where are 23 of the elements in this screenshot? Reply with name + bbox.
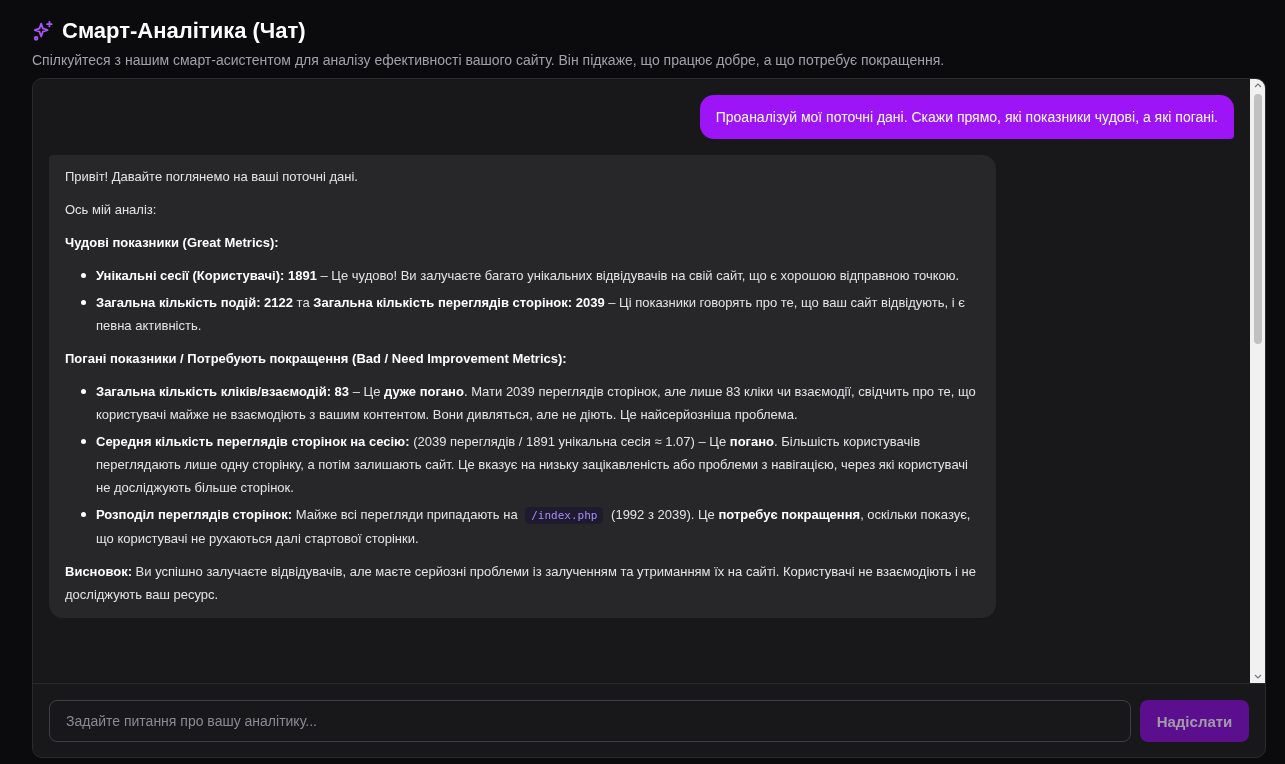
message-text: Ось мій аналіз: [65,201,158,219]
list-item-text: Розподіл переглядів сторінок: Майже всі перегляди припадають на /index.php (1992 з 2039). Це потребує покращення, оскільки показує, що користувачі не рухаються далі стартової сторінки. [96,506,972,548]
message-text: Проаналізуй мої поточні дані. Скажи прямо, які показники чудові, а які погані. [715,109,1218,125]
section-heading: Чудові показники (Great Metrics): [65,234,280,252]
bullet-icon [81,300,86,305]
message-text: Висновок: Ви успішно залучаєте відвідувачів, але маєте серйозні проблеми із залученням та утриманням їх на сайті. Користувачі не взаємодіють і не досліджують ваш ресурс. [65,563,977,604]
list-item-text: Середня кількість переглядів сторінок на сесію: (2039 переглядів / 1891 унікальна сесія ≈ 1.07) – Це погано. Більшість користувачів переглядають лише одну сторінку, а потім залишають сайт. Це вказує на низьку зацікавленість або проблеми з навігацією, через які користувачі не досліджують більше сторінок. [96,433,969,497]
bullet-icon [81,512,86,517]
page-subtitle: Спілкуйтеся з нашим смарт-асистентом для аналізу ефективності вашого сайту. Він підкаже, що працює добре, а що потребує покращення. [32,52,946,68]
list-item-text: Загальна кількість подій: 2122 та Загальна кількість переглядів сторінок: 2039 – Ці показники говорять про те, що ваш сайт відвідують, і є певна активність. [96,294,966,335]
message-text: Привіт! Давайте поглянемо на ваші поточні дані. [65,168,359,186]
bullet-icon [81,273,86,278]
scrollbar-thumb[interactable] [1253,94,1262,344]
section-heading: Погані показники / Потребують покращення (Bad / Need Improvement Metrics): [65,350,568,368]
sparkles-icon [32,20,54,42]
bullet-icon [81,439,86,444]
list-item-text: Унікальні сесії (Користувачі): 1891 – Це чудово! Ви залучаєте багато унікальних відвідувачів на свій сайт, що є хорошою відправною точкою. [96,267,960,285]
question-input-field[interactable]: Задайте питання про вашу аналітику... [49,700,1131,742]
bullet-icon [81,389,86,394]
scrollbar[interactable] [1250,79,1265,683]
page-title: Смарт-Аналітика (Чат) [62,18,306,44]
inline-code: /index.php [525,507,604,524]
list-item-text: Загальна кількість кліків/взаємодій: 83 – Це дуже погано. Мати 2039 переглядів сторінок, але лише 83 кліки чи взаємодії, свідчить про те, що користувачі майже не взаємодіють з вашим контентом. Вони дивляться, але не діють. Це найсерйозніша проблема. [96,383,977,424]
